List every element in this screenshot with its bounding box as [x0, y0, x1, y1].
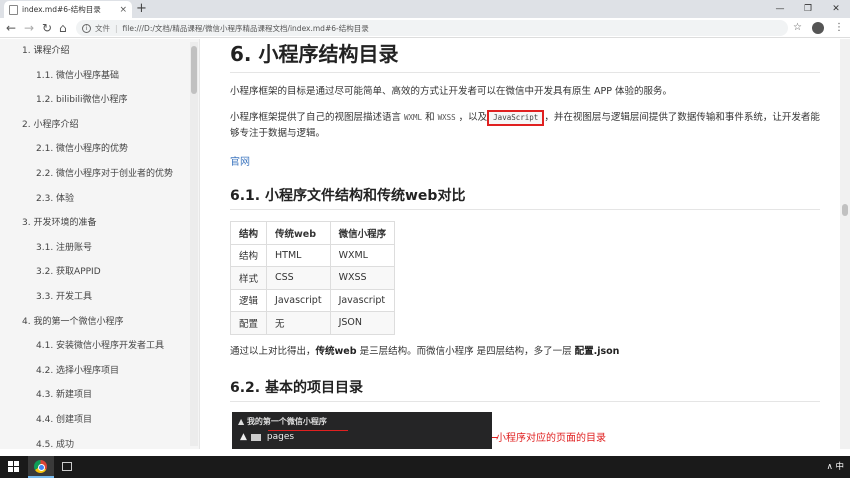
toc-item[interactable]: 1.2. bilibili微信小程序 [0, 88, 199, 113]
back-icon[interactable]: ← [6, 20, 16, 36]
section-heading-6-2: 6.2. 基本的项目目录 [230, 377, 820, 402]
new-tab-button[interactable]: + [136, 2, 147, 16]
page-title: 6. 小程序结构目录 [230, 39, 820, 73]
section-heading-6-1: 6.1. 小程序文件结构和传统web对比 [230, 185, 820, 210]
main-scrollbar-thumb[interactable] [842, 204, 848, 216]
toc-item[interactable]: 3. 开发环境的准备 [0, 211, 199, 236]
toc-sidebar: 1. 课程介绍 1.1. 微信小程序基础 1.2. bilibili微信小程序 2. … [0, 39, 200, 449]
browser-toolbar: ← → ↻ ⌂ i 文件 | file:///D:/文档/精品课程/微信小程序精… [0, 18, 850, 38]
text-segment: ，以及 [458, 112, 488, 123]
text-segment: 和 [425, 112, 435, 123]
table-row: 结构 HTML WXML [229, 243, 396, 267]
profile-avatar-icon[interactable] [812, 22, 824, 34]
toc-item[interactable]: 4.4. 创建项目 [0, 408, 199, 433]
framework-paragraph: 小程序框架提供了自己的视图层描述语言 WXML 和 WXSS ，以及 JavaScript… [230, 110, 820, 142]
url-scheme-label: 文件 [95, 23, 110, 33]
address-bar[interactable]: i 文件 | file:///D:/文档/精品课程/微信小程序精品课程文档/in… [76, 20, 788, 36]
table-cell: Javascript [266, 288, 331, 312]
toc-item[interactable]: 2.1. 微信小程序的优势 [0, 137, 199, 162]
text-segment: 通过以上对比得出， [230, 346, 316, 357]
main-content: 6. 小程序结构目录 小程序框架的目标是通过尽可能简单、高效的方式让开发者可以在… [200, 39, 840, 449]
table-cell: HTML [266, 243, 331, 267]
system-tray[interactable]: ∧ 中 [827, 456, 844, 478]
toc-item[interactable]: 4.5. 成功 [0, 433, 199, 450]
sidebar-scrollbar-thumb[interactable] [191, 46, 197, 94]
text-segment: 小程序框架提供了自己的视图层描述语言 [230, 112, 402, 123]
toc-item[interactable]: 2.3. 体验 [0, 187, 199, 212]
table-cell: 配置 [229, 311, 268, 335]
text-segment: 是三层结构。而微信小程序 是四层结构，多了一层 [356, 346, 575, 357]
forward-icon[interactable]: → [24, 20, 34, 36]
toc-item[interactable]: 4. 我的第一个微信小程序 [0, 310, 199, 335]
table-cell: JSON [329, 311, 396, 335]
chrome-taskbar-icon[interactable] [28, 456, 54, 478]
menu-icon[interactable]: ⋮ [834, 20, 844, 36]
windows-start-icon[interactable] [8, 461, 19, 472]
reload-icon[interactable]: ↻ [42, 20, 52, 36]
app-taskbar-icon[interactable] [54, 456, 80, 478]
bold-text: 配置.json [574, 346, 620, 357]
info-icon[interactable]: i [82, 23, 91, 33]
main-scrollbar[interactable] [840, 39, 850, 449]
close-tab-button[interactable]: × [119, 5, 127, 15]
table-header: 传统web [266, 221, 331, 245]
browser-tab[interactable]: index.md#6-结构目录 × [4, 1, 132, 18]
bookmark-star-icon[interactable]: ☆ [793, 20, 802, 36]
minimize-button[interactable]: — [766, 0, 794, 18]
file-icon [9, 4, 18, 15]
table-cell: WXML [329, 243, 396, 267]
toc-item[interactable]: 4.1. 安装微信小程序开发者工具 [0, 334, 199, 359]
table-cell: 逻辑 [229, 288, 268, 312]
folder-icon [250, 433, 261, 441]
code-wxml: WXML [404, 113, 423, 122]
toc-item[interactable]: 3.3. 开发工具 [0, 285, 199, 310]
table-header-row: 结构 传统web 微信小程序 [229, 221, 396, 245]
taskbar: ∧ 中 [0, 456, 850, 478]
sidebar-scrollbar[interactable] [190, 42, 198, 446]
code-javascript-highlighted: JavaScript [487, 110, 545, 126]
table-header: 结构 [229, 221, 268, 245]
home-icon[interactable]: ⌂ [59, 20, 67, 36]
project-tree-screenshot: ▲ 我的第一个微信小程序 ▲ pages [232, 412, 492, 449]
close-window-button[interactable]: ✕ [822, 0, 850, 18]
toc-item[interactable]: 4.3. 新建项目 [0, 383, 199, 408]
toc-item[interactable]: 3.2. 获取APPID [0, 260, 199, 285]
table-cell: Javascript [329, 288, 396, 312]
comparison-table: 结构 传统web 微信小程序 结构 HTML WXML 样式 CSS WXSS … [229, 221, 396, 335]
url-separator: | [115, 23, 118, 33]
toc-item[interactable]: 1.1. 微信小程序基础 [0, 64, 199, 89]
tab-title: index.md#6-结构目录 [22, 5, 101, 14]
toc-item[interactable]: 2.2. 微信小程序对于创业者的优势 [0, 162, 199, 187]
maximize-button[interactable]: ❐ [794, 0, 822, 18]
table-row: 逻辑 Javascript Javascript [229, 288, 396, 312]
intro-paragraph: 小程序框架的目标是通过尽可能简单、高效的方式让开发者可以在微信中开发具有原生 A… [230, 86, 672, 97]
toc-item[interactable]: 3.1. 注册账号 [0, 236, 199, 261]
tab-bar: index.md#6-结构目录 × + — ❐ ✕ [0, 0, 850, 18]
table-cell: 结构 [229, 243, 268, 267]
highlight-box [268, 430, 348, 446]
tree-root-label: 我的第一个微信小程序 [246, 417, 327, 426]
toc-item[interactable]: 2. 小程序介绍 [0, 113, 199, 138]
url-text: file:///D:/文档/精品课程/微信小程序精品课程文档/index.md#… [122, 23, 369, 33]
table-cell: 无 [266, 311, 331, 335]
window-controls: — ❐ ✕ [766, 0, 850, 18]
conclusion-paragraph: 通过以上对比得出，传统web 是三层结构。而微信小程序 是四层结构，多了一层 配… [230, 344, 820, 360]
annotation-text: 小程序对应的页面的目录 [496, 433, 606, 444]
table-row: 配置 无 JSON [229, 311, 396, 335]
table-cell: WXSS [329, 266, 396, 290]
code-wxss: WXSS [437, 113, 456, 122]
toc-item[interactable]: 4.2. 选择小程序项目 [0, 359, 199, 384]
tree-root: ▲ 我的第一个微信小程序 [238, 417, 327, 426]
table-row: 样式 CSS WXSS [229, 266, 396, 290]
table-cell: CSS [266, 266, 331, 290]
table-cell: 样式 [229, 266, 268, 290]
toolbar-right: ☆ ⋮ [793, 20, 844, 36]
toc-item[interactable]: 1. 课程介绍 [0, 39, 199, 64]
bold-text: 传统web [315, 346, 357, 357]
official-site-link[interactable]: 官网 [230, 153, 250, 168]
table-header: 微信小程序 [329, 221, 396, 245]
